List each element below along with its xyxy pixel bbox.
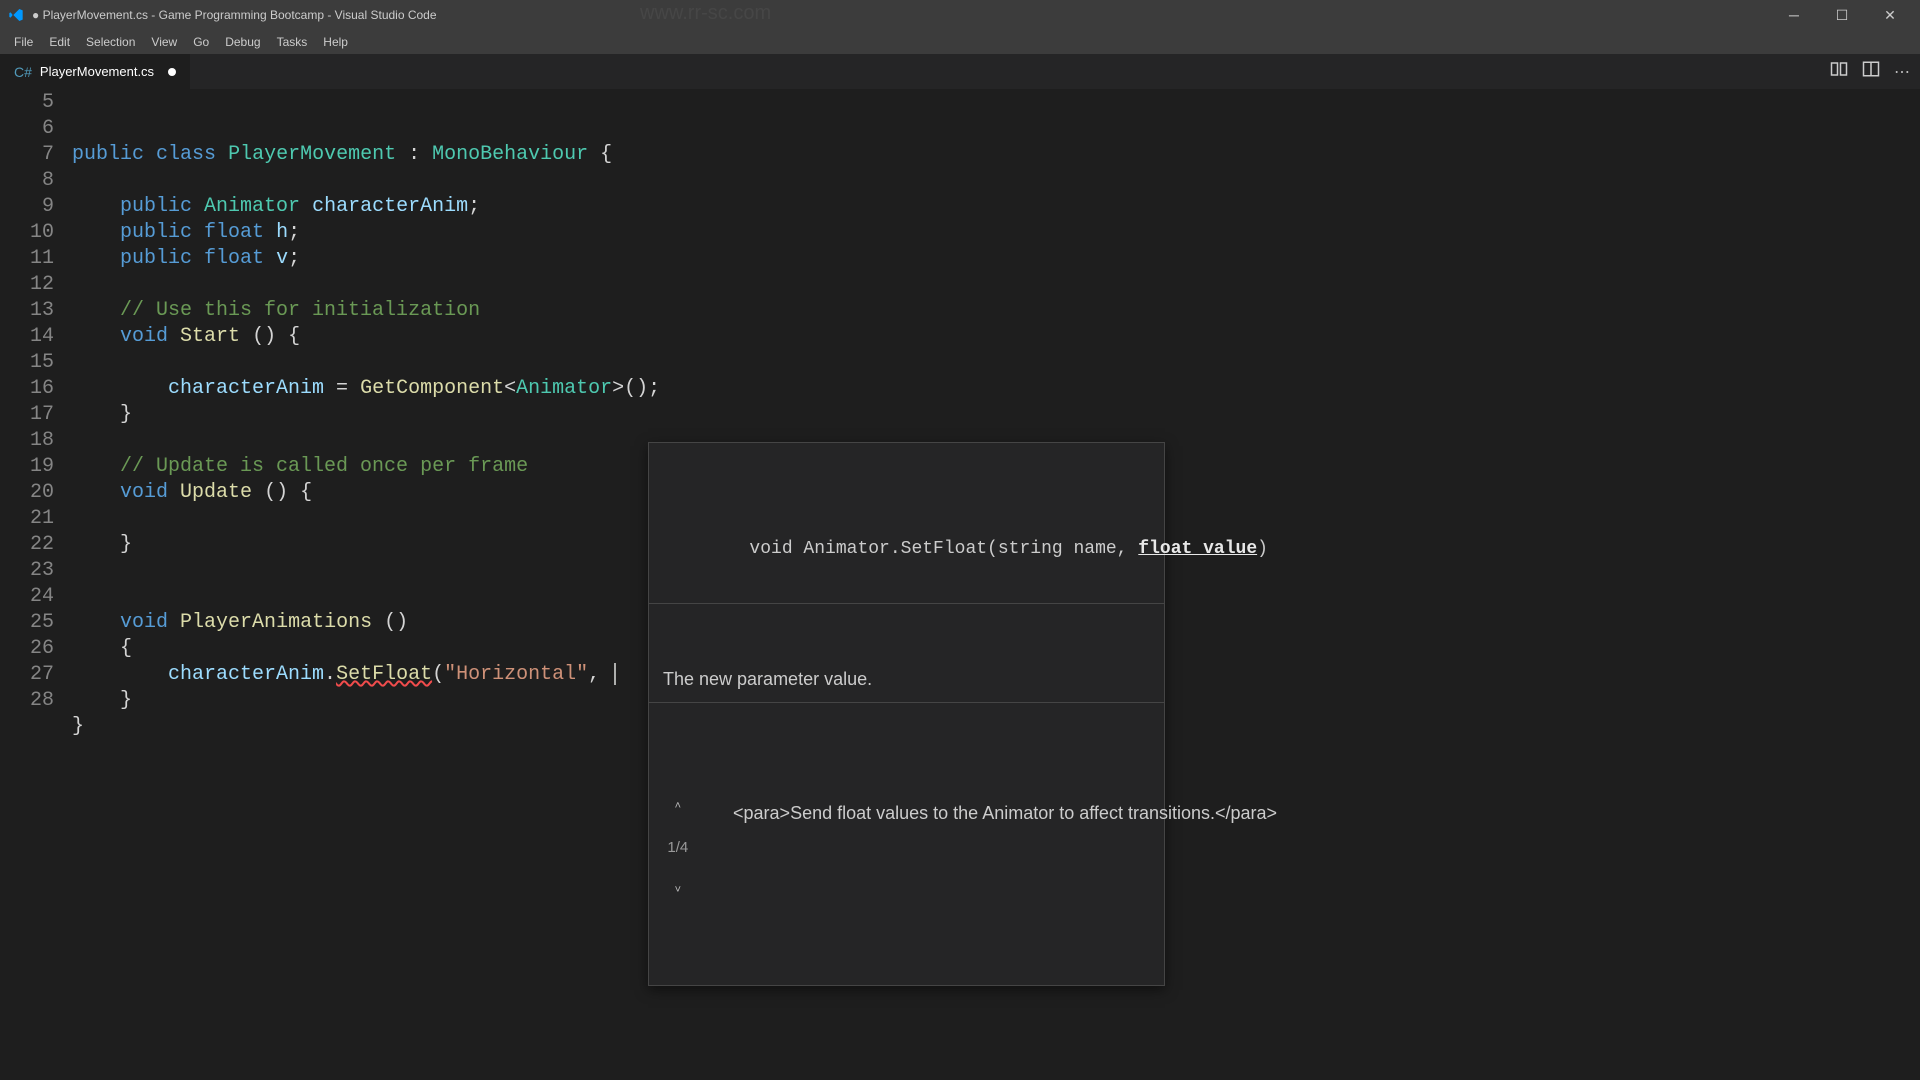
line-number: 14 xyxy=(0,324,54,350)
code-line[interactable]: public float v; xyxy=(72,246,1920,272)
line-number: 28 xyxy=(0,688,54,714)
line-number: 9 xyxy=(0,194,54,220)
editor-actions: ⋯ xyxy=(1830,54,1920,89)
code-line[interactable] xyxy=(72,350,1920,376)
line-number: 23 xyxy=(0,558,54,584)
minimize-button[interactable]: ─ xyxy=(1772,0,1816,30)
menu-debug[interactable]: Debug xyxy=(217,33,268,51)
pager-count: 1/4 xyxy=(657,841,699,855)
code-line[interactable]: public float h; xyxy=(72,220,1920,246)
chevron-up-icon[interactable]: ˄ xyxy=(657,799,699,813)
signature-pager[interactable]: ˄ 1/4 ˅ xyxy=(657,771,699,925)
code-line[interactable]: characterAnim = GetComponent<Animator>()… xyxy=(72,376,1920,402)
line-number: 11 xyxy=(0,246,54,272)
menu-view[interactable]: View xyxy=(143,33,185,51)
line-number: 17 xyxy=(0,402,54,428)
sig-after: ) xyxy=(1257,539,1268,559)
menu-help[interactable]: Help xyxy=(315,33,356,51)
line-number: 22 xyxy=(0,532,54,558)
chevron-down-icon[interactable]: ˅ xyxy=(657,883,699,897)
close-button[interactable]: ✕ xyxy=(1868,0,1912,30)
code-editor[interactable]: 5678910111213141516171819202122232425262… xyxy=(0,90,1920,1080)
signature-text: void Animator.SetFloat(string name, floa… xyxy=(649,495,1164,604)
line-number: 26 xyxy=(0,636,54,662)
parameter-description: The new parameter value. xyxy=(649,656,1164,703)
line-number: 8 xyxy=(0,168,54,194)
line-number-gutter: 5678910111213141516171819202122232425262… xyxy=(0,90,72,1080)
menu-tasks[interactable]: Tasks xyxy=(269,33,316,51)
line-number: 10 xyxy=(0,220,54,246)
line-number: 13 xyxy=(0,298,54,324)
window-title: ● PlayerMovement.cs - Game Programming B… xyxy=(32,8,1772,22)
line-number: 5 xyxy=(0,90,54,116)
signature-help-popup: void Animator.SetFloat(string name, floa… xyxy=(648,442,1165,986)
window-controls: ─ ☐ ✕ xyxy=(1772,0,1912,30)
line-number: 19 xyxy=(0,454,54,480)
line-number: 25 xyxy=(0,610,54,636)
line-number: 7 xyxy=(0,142,54,168)
tab-playermovement[interactable]: C# PlayerMovement.cs xyxy=(0,54,191,89)
line-number: 24 xyxy=(0,584,54,610)
title-bar: ● PlayerMovement.cs - Game Programming B… xyxy=(0,0,1920,30)
code-area[interactable]: public class PlayerMovement : MonoBehavi… xyxy=(72,90,1920,1080)
code-line[interactable]: public class PlayerMovement : MonoBehavi… xyxy=(72,142,1920,168)
unsaved-indicator-icon xyxy=(168,68,176,76)
text-cursor xyxy=(614,663,616,685)
code-line[interactable]: // Use this for initialization xyxy=(72,298,1920,324)
sig-before: void Animator.SetFloat(string name, xyxy=(749,539,1138,559)
line-number: 21 xyxy=(0,506,54,532)
line-number: 15 xyxy=(0,350,54,376)
menu-selection[interactable]: Selection xyxy=(78,33,143,51)
menu-go[interactable]: Go xyxy=(185,33,217,51)
line-number: 6 xyxy=(0,116,54,142)
tab-filename: PlayerMovement.cs xyxy=(40,64,154,79)
csharp-file-icon: C# xyxy=(14,64,32,80)
line-number: 18 xyxy=(0,428,54,454)
vscode-logo-icon xyxy=(8,7,24,23)
compare-changes-icon[interactable] xyxy=(1830,60,1848,83)
code-line[interactable]: public Animator characterAnim; xyxy=(72,194,1920,220)
signature-documentation: <para>Send float values to the Animator … xyxy=(649,755,1164,933)
menu-file[interactable]: File xyxy=(6,33,41,51)
more-actions-icon[interactable]: ⋯ xyxy=(1894,62,1910,82)
maximize-button[interactable]: ☐ xyxy=(1820,0,1864,30)
tab-bar: C# PlayerMovement.cs ⋯ xyxy=(0,54,1920,90)
split-editor-icon[interactable] xyxy=(1862,60,1880,83)
code-line[interactable] xyxy=(72,272,1920,298)
line-number: 27 xyxy=(0,662,54,688)
line-number: 16 xyxy=(0,376,54,402)
menu-bar: File Edit Selection View Go Debug Tasks … xyxy=(0,30,1920,54)
sig-active-param: float value xyxy=(1138,539,1257,559)
line-number: 20 xyxy=(0,480,54,506)
code-line[interactable] xyxy=(72,168,1920,194)
menu-edit[interactable]: Edit xyxy=(41,33,78,51)
code-line[interactable]: } xyxy=(72,402,1920,428)
line-number: 12 xyxy=(0,272,54,298)
code-line[interactable]: void Start () { xyxy=(72,324,1920,350)
